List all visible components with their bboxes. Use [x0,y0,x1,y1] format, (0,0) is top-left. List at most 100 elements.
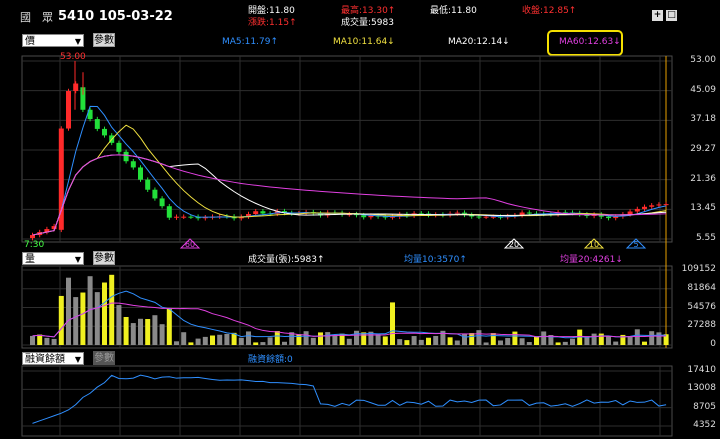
candle-body [159,198,165,207]
volume-type-select[interactable]: 量 ▼ [22,252,84,265]
volume-bar [591,333,597,345]
candle-body [627,211,633,215]
candle-body [152,189,158,199]
volume-bar [555,342,561,345]
chevron-down-icon: ▼ [74,255,81,264]
ma60-line [32,154,667,236]
volume-bar [346,338,352,345]
volume-bar [94,292,100,345]
volume-bar [541,331,547,345]
candle-body [606,216,611,219]
volume-bar [534,336,539,345]
volume-bar [613,341,619,345]
volume-bar [253,342,259,345]
period-marker-label: 10 [589,240,599,249]
axis-tick-label: 81864 [687,282,716,293]
volume-bar [519,338,525,345]
volume-bar [274,331,280,345]
volume-bar [375,334,381,345]
axis-tick-label: 53.00 [690,55,716,65]
axis-tick-label: 8705 [693,401,716,412]
axis-tick-label: 17410 [687,365,716,375]
date-label: 7:30 [24,240,45,250]
volume-bar [642,341,647,345]
volume-bar [649,331,655,345]
avg20-label: 均量20:4261↓ [560,255,623,265]
volume-bar [282,341,287,345]
volume-bar [454,340,460,345]
axis-tick-label: 21.36 [690,173,716,184]
candle-body [483,216,489,218]
candle-body [145,179,151,190]
volume-bar [426,337,431,345]
volume-bar [498,340,503,345]
candle-body [123,151,129,162]
candle-body [656,204,662,206]
margin-param-button[interactable]: 參數 [93,351,115,365]
margin-type-value: 融資餘額 [25,354,65,365]
candle-body [138,167,143,180]
volume-bar [490,333,496,345]
volume-bar [476,330,482,345]
volume-bar [267,337,273,345]
volume-bar [58,295,64,345]
volume-bar [390,302,395,345]
volume-bar [325,332,331,345]
volume-type-value: 量 [25,254,35,265]
volume-bar [598,333,604,345]
candle-body [188,216,194,218]
candle-body [454,212,460,214]
volume-bar [44,337,50,345]
volume-bar [411,336,417,345]
volume-bar [606,336,611,345]
volume-bar [469,333,475,345]
chevron-down-icon: ▼ [74,355,81,364]
axis-tick-label: 109152 [681,264,716,274]
axis-tick-label: 13.45 [690,203,716,214]
axis-tick-label: 4352 [693,420,716,430]
margin-type-select[interactable]: 融資餘額 ▼ [22,352,84,365]
volume-bar [310,337,316,345]
volume-bar [174,341,179,345]
candle-body [73,83,79,92]
volume-bar [37,334,43,345]
axis-tick-label: 13008 [687,383,716,394]
volume-bar [138,318,143,345]
volume-bar [181,332,187,345]
period-marker-label: 5 [633,240,638,249]
candle-body [253,211,259,215]
candle-body [94,119,100,129]
volume-bar [634,329,640,345]
volume-bar [512,331,518,345]
volume-bar [130,323,136,345]
volume-bar [195,338,201,345]
volume-bar [109,274,115,345]
volume-bar [145,319,151,345]
volume-bar [102,282,107,345]
volume-bar [51,338,57,345]
volume-bar [418,339,424,345]
candle-body [166,206,172,218]
volume-param-button[interactable]: 參數 [93,251,115,265]
volume-bar [202,336,208,345]
volume-bar [246,331,251,345]
volume-bar [570,338,575,345]
volume-bar [354,330,359,345]
candle-body [642,206,647,209]
candle-body [102,128,107,136]
axis-tick-label: 37.18 [690,114,716,125]
volume-bar [303,331,309,345]
volume-bar [66,277,71,345]
volume-bar [656,332,662,345]
volume-bar [433,335,439,345]
volume-bar [123,316,129,345]
volume-bar [260,342,266,345]
axis-tick-label: 5.55 [695,233,716,243]
volume-bar [447,337,453,345]
stock-chart: 60 20 10 5 [21,55,673,437]
axis-tick-label: 0 [710,339,716,349]
candle-body [174,216,179,218]
peak-label: 53.00 [60,52,86,62]
period-marker-label: 60 [185,240,195,249]
volume-bar [116,305,122,345]
